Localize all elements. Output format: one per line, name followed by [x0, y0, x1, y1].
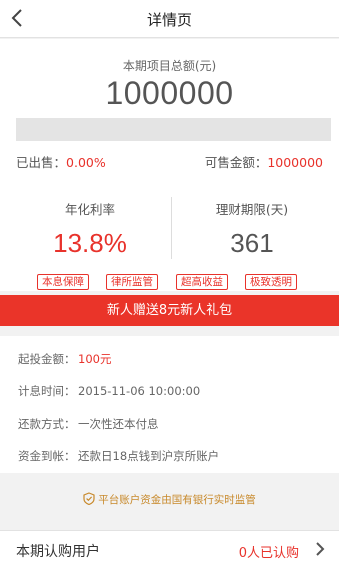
detail-value: 一次性还本付息: [78, 417, 159, 431]
subscribers-row[interactable]: 本期认购用户 0人已认购: [0, 530, 339, 566]
sold-value: 0.00%: [66, 155, 106, 170]
tag-law-firm-supervision[interactable]: 律所监管: [106, 274, 158, 290]
detail-key: 资金到帐：: [18, 449, 76, 463]
available-label: 可售金额：: [204, 155, 268, 170]
tag-principal-guarantee[interactable]: 本息保障: [37, 274, 89, 290]
chevron-right-icon: [311, 540, 329, 562]
shield-check-icon: [83, 492, 95, 508]
detail-row-repayment-method: 还款方式： 一次性还本付息: [18, 416, 159, 432]
summary-panel: 本期项目总额(元) 1000000 已出售：0.00% 可售金额：1000000…: [0, 39, 339, 291]
investment-details: 起投金额： 100元 计息时间： 2015-11-06 10:00:00 还款方式：…: [0, 336, 339, 473]
detail-value: 还款日18点钱到沪京所账户: [78, 449, 220, 463]
detail-row-interest-time: 计息时间： 2015-11-06 10:00:00: [18, 383, 200, 399]
sold-label: 已出售：: [16, 155, 67, 170]
detail-row-funds-arrival: 资金到帐： 还款日18点钱到沪京所账户: [18, 448, 219, 464]
detail-value: 100元: [78, 352, 112, 366]
sale-progress-bar: [16, 118, 331, 141]
bank-supervision-note: 平台账户资金由国有银行实时监管: [0, 492, 339, 508]
term-label: 理财期限(天): [215, 202, 289, 217]
detail-key: 起投金额：: [18, 352, 76, 366]
page-title: 详情页: [146, 11, 192, 29]
term-block: 理财期限(天) 361: [172, 199, 332, 259]
total-amount-label: 本期项目总额(元): [122, 59, 217, 73]
detail-key: 还款方式：: [18, 417, 76, 431]
annual-rate-value: 13.8%: [53, 228, 127, 258]
detail-row-min-investment: 起投金额： 100元: [18, 351, 111, 367]
tag-high-yield[interactable]: 超高收益: [176, 274, 228, 290]
annual-rate-block: 年化利率 13.8%: [10, 199, 170, 259]
subscribers-count: 0人已认购: [238, 546, 299, 561]
available-info: 可售金额：1000000: [205, 152, 323, 171]
available-value: 1000000: [267, 155, 323, 170]
term-value: 361: [230, 228, 274, 258]
navigation-bar: 详情页: [0, 0, 339, 38]
detail-key: 计息时间：: [18, 384, 76, 398]
detail-value: 2015-11-06 10:00:00: [78, 384, 201, 398]
feature-tags: 本息保障 律所监管 超高收益 极致透明: [0, 274, 339, 290]
annual-rate-label: 年化利率: [64, 202, 115, 217]
supervision-text: 平台账户资金由国有银行实时监管: [98, 494, 256, 506]
tag-transparency[interactable]: 极致透明: [245, 274, 297, 290]
subscribers-label: 本期认购用户: [16, 544, 100, 560]
new-user-gift-banner[interactable]: 新人赠送8元新人礼包: [0, 295, 339, 326]
total-amount-value: 1000000: [105, 75, 234, 111]
sold-info: 已出售：0.00%: [16, 152, 106, 171]
